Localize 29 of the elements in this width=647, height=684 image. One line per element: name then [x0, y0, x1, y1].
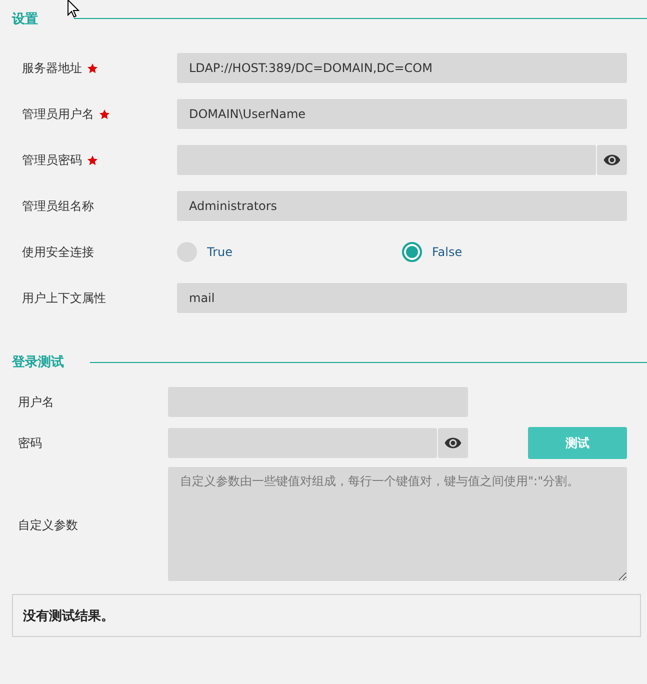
radio-label: True [207, 245, 232, 259]
text-field[interactable]: LDAP://HOST:389/DC=DOMAIN,DC=COM [177, 53, 627, 83]
result-message: 没有测试结果。 [23, 608, 114, 624]
text-field[interactable]: Administrators [177, 191, 627, 221]
cursor-icon [67, 0, 80, 18]
text-field[interactable]: mail [177, 283, 627, 313]
field-label: 管理员用户名 [22, 106, 94, 122]
field-label: 管理员密码 [22, 152, 82, 168]
eye-icon [603, 154, 621, 166]
field-label: 服务器地址 [22, 60, 82, 76]
field-label: 密码 [17, 434, 43, 452]
password-field[interactable] [168, 428, 437, 458]
eye-icon [444, 437, 462, 449]
field-label: 使用安全连接 [22, 244, 94, 260]
radio-label: False [432, 245, 462, 259]
show-password-button[interactable] [597, 145, 627, 175]
field-label: 用户名 [17, 394, 55, 410]
show-password-button[interactable] [438, 428, 468, 458]
username-field[interactable] [168, 387, 468, 417]
radio-button[interactable] [177, 242, 197, 262]
section-title: 设置 [12, 11, 38, 28]
field-label: 自定义参数 [17, 516, 79, 534]
parameters-textarea[interactable]: 自定义参数由一些键值对组成，每行一个键值对，键与值之间使用":"分割。 [168, 467, 627, 581]
field-label: 管理员组名称 [22, 198, 94, 214]
text-field[interactable]: DOMAIN\UserName [177, 99, 627, 129]
radio-button[interactable] [402, 242, 422, 262]
section-title: 登录测试 [12, 354, 64, 371]
password-field[interactable] [177, 145, 596, 175]
field-label: 用户上下文属性 [22, 290, 106, 306]
